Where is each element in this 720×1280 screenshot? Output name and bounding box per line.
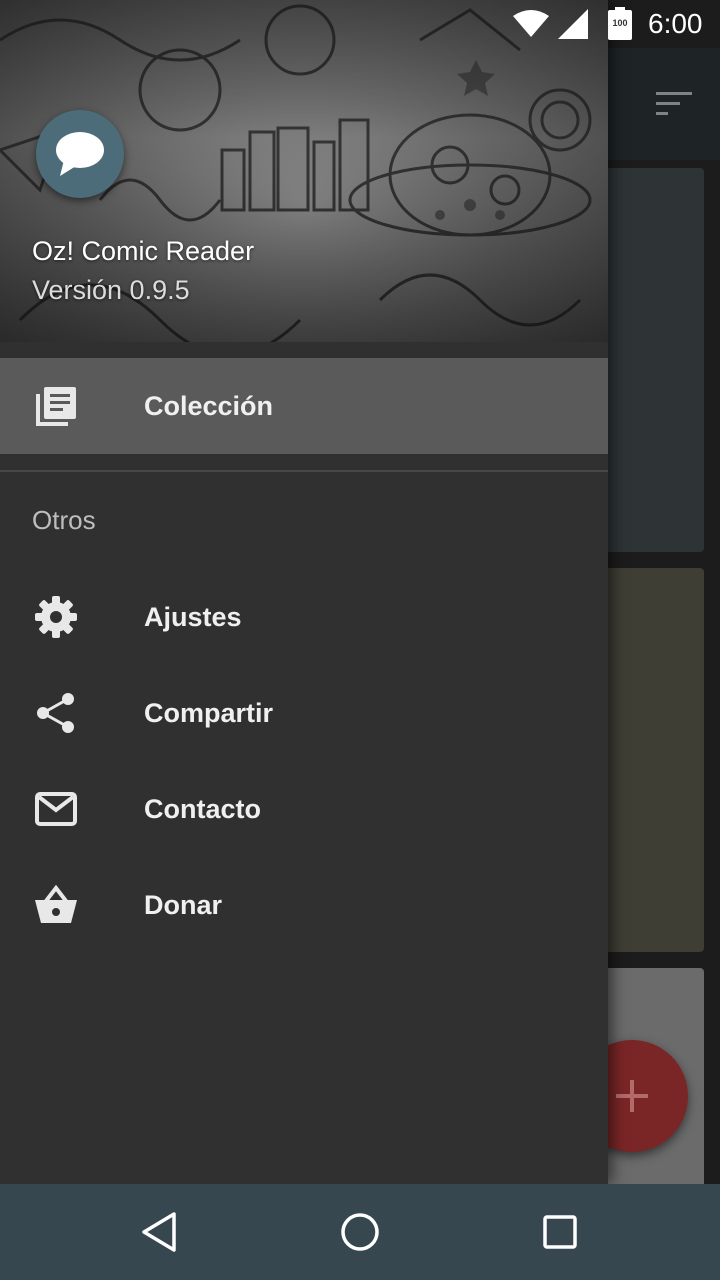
drawer-item-label: Donar (144, 890, 223, 920)
app-version: Versión 0.9.5 (32, 275, 190, 305)
chat-bubble-icon (56, 132, 104, 176)
system-nav-bar (0, 1184, 720, 1280)
drawer-item-ajustes[interactable]: Ajustes (0, 569, 608, 665)
recents-icon[interactable] (538, 1210, 582, 1254)
drawer-item-label: Colección (144, 391, 274, 421)
cell-signal-icon (558, 9, 588, 39)
plus-icon (616, 1080, 648, 1112)
section-header-otros: Otros (32, 505, 96, 535)
home-icon[interactable] (338, 1210, 382, 1254)
drawer-item-label: Compartir (144, 698, 274, 728)
gear-icon (35, 596, 77, 638)
drawer-item-coleccion[interactable]: Colección (0, 358, 608, 454)
share-icon (37, 693, 74, 733)
back-icon[interactable] (138, 1210, 182, 1254)
basket-icon (35, 884, 77, 923)
wifi-icon (513, 10, 549, 37)
drawer-item-donar[interactable]: Donar (0, 857, 608, 953)
drawer-divider (0, 470, 608, 472)
drawer-item-label: Ajustes (144, 602, 242, 632)
drawer-item-compartir[interactable]: Compartir (0, 665, 608, 761)
sort-icon[interactable] (654, 84, 694, 124)
navigation-drawer: Oz! Comic Reader Versión 0.9.5 Colección… (0, 0, 608, 1184)
library-icon (36, 387, 76, 426)
app-avatar (36, 110, 124, 198)
drawer-item-contacto[interactable]: Contacto (0, 761, 608, 857)
drawer-header: Oz! Comic Reader Versión 0.9.5 (0, 0, 608, 342)
battery-level-text: 100 (612, 18, 628, 28)
mail-icon (35, 792, 77, 826)
drawer-item-label: Contacto (144, 794, 261, 824)
app-name: Oz! Comic Reader (32, 236, 255, 266)
status-clock: 6:00 (648, 8, 703, 39)
